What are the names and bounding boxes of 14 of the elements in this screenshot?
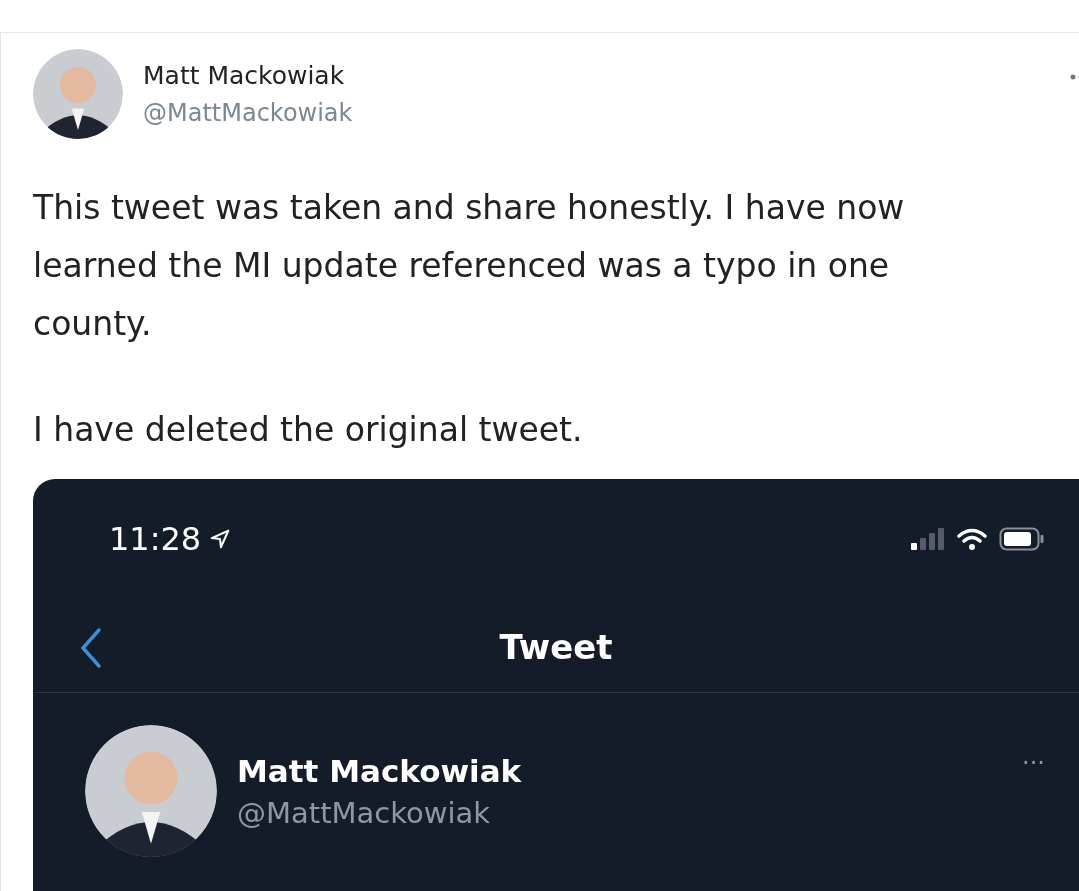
author-handle: @MattMackowiak bbox=[143, 97, 353, 129]
tweet-text: I have deleted the original tweet. bbox=[33, 409, 583, 451]
tweet-text: This tweet was taken and share honestly. I have now learned the MI update referenced was a typo in one county. bbox=[33, 187, 905, 345]
author-name: Matt Mackowiak bbox=[143, 60, 346, 93]
author-name: Matt Mackowiak bbox=[237, 752, 522, 791]
signal-icon bbox=[911, 528, 945, 550]
location-arrow-icon bbox=[209, 528, 232, 550]
author-handle: @MattMackowiak bbox=[237, 795, 492, 832]
status-time: 11:28 bbox=[109, 519, 202, 560]
more-menu[interactable]: ··· bbox=[1022, 745, 1045, 781]
back-icon[interactable] bbox=[79, 626, 103, 669]
battery-icon bbox=[999, 527, 1045, 551]
header-title: Tweet bbox=[499, 626, 613, 669]
wifi-icon bbox=[957, 528, 987, 550]
